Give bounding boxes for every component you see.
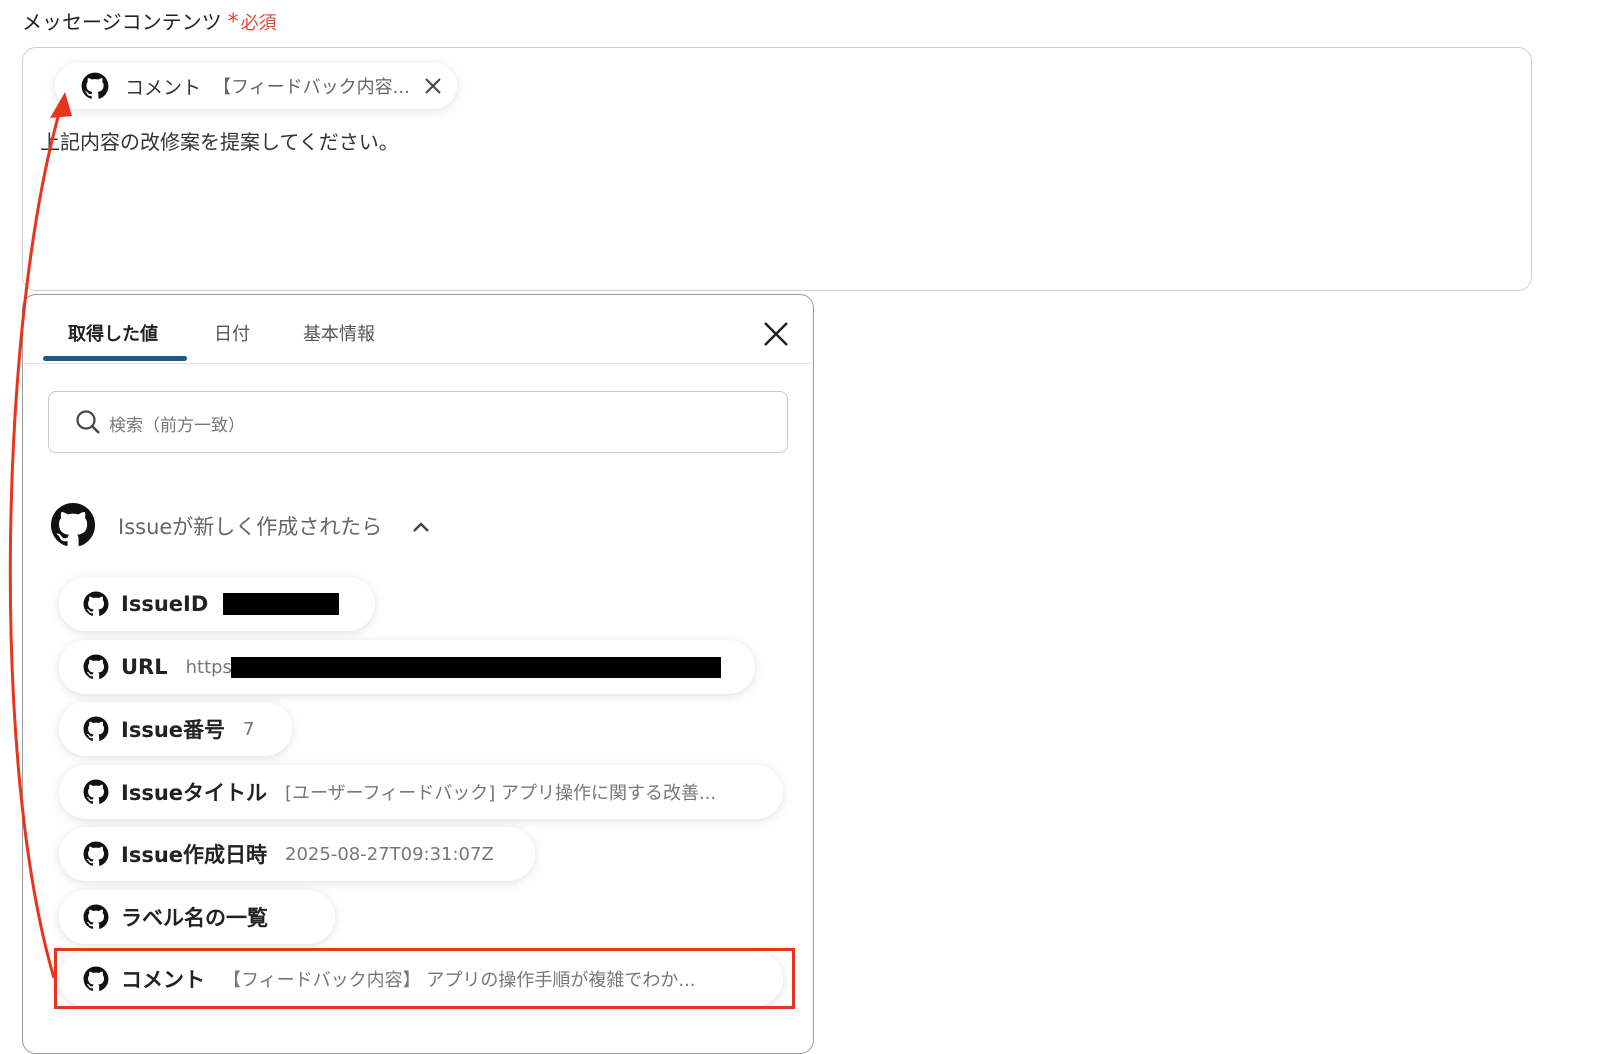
tab-date[interactable]: 日付 xyxy=(214,320,250,346)
item-name: Issueタイトル xyxy=(121,781,268,805)
chip-value: 【フィードバック内容... xyxy=(213,77,410,98)
tab-divider xyxy=(24,363,812,364)
github-icon xyxy=(83,716,109,742)
github-icon xyxy=(50,502,96,548)
required-text: 必須 xyxy=(240,13,277,34)
field-label-text: メッセージコンテンツ xyxy=(22,10,222,34)
list-item-url[interactable]: URL https: xyxy=(59,640,755,694)
chip-name: コメント xyxy=(125,76,202,99)
github-icon xyxy=(81,72,109,100)
github-icon xyxy=(83,779,109,805)
redaction-bar xyxy=(231,657,721,678)
item-name: ラベル名の一覧 xyxy=(121,906,268,930)
list-item-issue-created-at[interactable]: Issue作成日時 2025-08-27T09:31:07Z xyxy=(59,827,535,881)
active-tab-indicator xyxy=(43,356,187,361)
item-name: URL xyxy=(121,655,168,679)
item-name: Issue作成日時 xyxy=(121,843,268,867)
github-icon xyxy=(83,591,109,617)
list-item-issue-id[interactable]: IssueID 3 xyxy=(59,577,375,631)
list-item-label-names[interactable]: ラベル名の一覧 xyxy=(59,890,335,944)
tab-basic-info[interactable]: 基本情報 xyxy=(303,320,375,346)
tab-acquired-values[interactable]: 取得した値 xyxy=(68,320,158,346)
list-item-issue-number[interactable]: Issue番号 7 xyxy=(59,702,292,756)
github-icon xyxy=(83,654,109,680)
item-value: [ユーザーフィードバック] アプリ操作に関する改善... xyxy=(285,783,717,804)
item-name: Issue番号 xyxy=(121,718,226,742)
search-icon xyxy=(76,410,100,434)
redaction-bar xyxy=(223,593,339,615)
list-item-issue-title[interactable]: Issueタイトル [ユーザーフィードバック] アプリ操作に関する改善... xyxy=(59,765,783,819)
required-star: * xyxy=(227,10,239,35)
chevron-up-icon[interactable] xyxy=(410,516,432,538)
item-name: IssueID xyxy=(121,592,209,616)
section-title[interactable]: Issueが新しく作成されたら xyxy=(118,511,382,541)
message-text: 上記内容の改修案を提案してください。 xyxy=(40,130,399,154)
item-value: 2025-08-27T09:31:07Z xyxy=(285,843,494,865)
github-icon xyxy=(83,841,109,867)
remove-chip-icon[interactable] xyxy=(423,76,443,96)
close-panel-icon[interactable] xyxy=(762,320,790,348)
highlight-box xyxy=(54,948,795,1009)
search-placeholder: 検索（前方一致） xyxy=(109,416,245,436)
item-value: 7 xyxy=(243,718,255,740)
field-label: メッセージコンテンツ * 必須 xyxy=(22,6,277,35)
github-icon xyxy=(83,904,109,930)
message-variable-chip[interactable]: コメント 【フィードバック内容... xyxy=(55,63,457,109)
